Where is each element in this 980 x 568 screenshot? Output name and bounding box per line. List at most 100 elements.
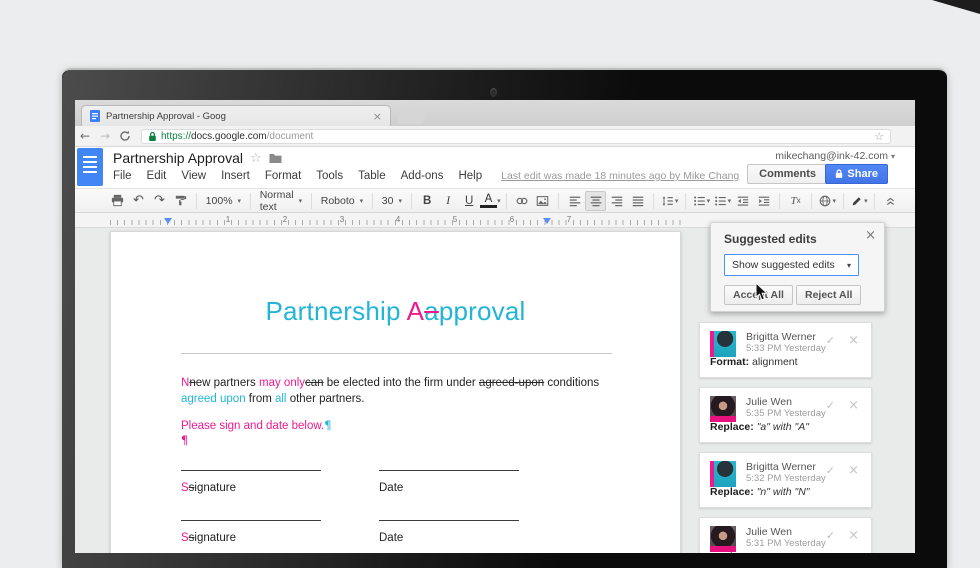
- right-indent-marker[interactable]: [543, 218, 551, 224]
- new-tab-button[interactable]: [397, 109, 428, 124]
- move-folder-icon[interactable]: [269, 153, 282, 164]
- suggestion-body: Format: alignment: [710, 356, 798, 368]
- undo-button[interactable]: ↶: [128, 191, 149, 211]
- refresh-button[interactable]: [119, 130, 131, 142]
- paint-format-button[interactable]: [170, 191, 191, 211]
- editing-mode-button[interactable]: ▾: [848, 191, 869, 211]
- caret-down-icon: ▾: [360, 197, 364, 205]
- document-page[interactable]: Partnership Aapproval Nnew partners may …: [110, 231, 681, 553]
- suggestions-filter-select[interactable]: Show suggested edits▾: [724, 254, 859, 276]
- zoom-value: 100%: [206, 195, 233, 207]
- text-color-button[interactable]: A▾: [480, 191, 501, 211]
- zoom-select[interactable]: 100%▾: [202, 191, 245, 211]
- document-title[interactable]: Partnership Approval: [113, 150, 243, 166]
- tab-title: Partnership Approval - Goog: [106, 111, 367, 122]
- decrease-indent-button[interactable]: [732, 191, 753, 211]
- font-size-value: 30: [382, 195, 394, 207]
- accept-suggestion-icon[interactable]: ✓: [826, 529, 835, 542]
- suggestion-card[interactable]: Brigitta Werner 5:33 PM Yesterday ✓ × Fo…: [699, 322, 872, 378]
- align-left-button[interactable]: [564, 191, 585, 211]
- suggestion-body: Replace: "n" with "N": [710, 486, 810, 498]
- paragraph-style-select[interactable]: Normal text▾: [256, 191, 306, 211]
- comments-button[interactable]: Comments: [747, 164, 828, 184]
- reject-suggestion-icon[interactable]: ×: [848, 333, 859, 348]
- accept-suggestion-icon[interactable]: ✓: [826, 464, 835, 477]
- docs-logo[interactable]: [77, 148, 103, 186]
- caret-down-icon: ▾: [497, 197, 501, 205]
- bold-button[interactable]: B: [417, 191, 438, 211]
- align-right-button[interactable]: [606, 191, 627, 211]
- italic-button[interactable]: I: [438, 191, 459, 211]
- suggested-insert: S: [181, 482, 189, 494]
- suggester-name: Brigitta Werner: [746, 331, 816, 343]
- body-text: conditions: [544, 377, 599, 389]
- menu-tools[interactable]: Tools: [316, 170, 343, 182]
- browser-tab[interactable]: Partnership Approval - Goog ×: [81, 105, 391, 126]
- underline-button[interactable]: U: [459, 191, 480, 211]
- print-button[interactable]: [107, 191, 128, 211]
- suggestion-action: Format:: [710, 356, 749, 368]
- label-text: ignature: [194, 482, 236, 494]
- ruler-number: 4: [396, 215, 400, 224]
- line-spacing-button[interactable]: ▾: [659, 191, 680, 211]
- left-indent-marker[interactable]: [164, 218, 172, 224]
- forward-button[interactable]: →: [95, 129, 115, 143]
- reject-all-button[interactable]: Reject All: [796, 285, 861, 305]
- body-text: ew partners: [196, 377, 259, 389]
- increase-indent-button[interactable]: [753, 191, 774, 211]
- menu-help[interactable]: Help: [458, 170, 482, 182]
- url-text: https://docs.google.com/document: [161, 131, 313, 142]
- insert-image-button[interactable]: [532, 191, 553, 211]
- menu-view[interactable]: View: [181, 170, 206, 182]
- back-button[interactable]: ←: [75, 129, 95, 143]
- ruler-number: 3: [340, 215, 344, 224]
- panel-title: Suggested edits: [724, 232, 817, 246]
- accept-suggestion-icon[interactable]: ✓: [826, 399, 835, 412]
- panel-close-icon[interactable]: ×: [865, 229, 876, 242]
- reject-suggestion-icon[interactable]: ×: [848, 463, 859, 478]
- share-button[interactable]: Share: [825, 164, 888, 184]
- url-bar[interactable]: https://docs.google.com/document ☆: [141, 129, 891, 144]
- menu-table[interactable]: Table: [358, 170, 386, 182]
- reject-suggestion-icon[interactable]: ×: [848, 398, 859, 413]
- align-center-button[interactable]: [585, 191, 606, 211]
- account-menu[interactable]: mikechang@ink-42.com ▾: [775, 150, 895, 162]
- docs-favicon-icon: [90, 110, 100, 122]
- caret-down-icon: ▾: [707, 197, 711, 205]
- suggestion-body: Replace: "a" with "A": [710, 421, 809, 433]
- caret-down-icon: ▾: [398, 197, 402, 205]
- menu-addons[interactable]: Add-ons: [401, 170, 444, 182]
- bookmark-star-icon[interactable]: ☆: [874, 131, 884, 142]
- pilcrow-mark: ¶: [324, 418, 331, 432]
- numbered-list-button[interactable]: ▾: [690, 191, 711, 211]
- suggestion-card[interactable]: Julie Wen 5:31 PM Yesterday ✓ × Replace:: [699, 517, 872, 553]
- filter-value: Show suggested edits: [732, 259, 835, 271]
- menu-format[interactable]: Format: [265, 170, 301, 182]
- style-value: Normal text: [260, 189, 294, 213]
- photo-corner-shadow: [932, 0, 980, 14]
- redo-button[interactable]: ↷: [149, 191, 170, 211]
- body-text: be elected into the firm under: [324, 377, 479, 389]
- suggestion-card[interactable]: Brigitta Werner 5:32 PM Yesterday ✓ × Re…: [699, 452, 872, 508]
- caret-down-icon: ▾: [675, 197, 679, 205]
- input-tools-button[interactable]: ▾: [817, 191, 838, 211]
- star-document-icon[interactable]: ☆: [250, 152, 262, 165]
- suggestion-action: Replace:: [710, 486, 754, 498]
- suggested-delete: can: [305, 377, 324, 389]
- accept-suggestion-icon[interactable]: ✓: [826, 334, 835, 347]
- collapse-toolbar-button[interactable]: [880, 191, 901, 211]
- menu-insert[interactable]: Insert: [221, 170, 250, 182]
- justify-button[interactable]: [627, 191, 648, 211]
- reject-suggestion-icon[interactable]: ×: [848, 528, 859, 543]
- clear-formatting-button[interactable]: Tx: [785, 191, 806, 211]
- last-edit-link[interactable]: Last edit was made 18 minutes ago by Mik…: [501, 170, 739, 182]
- menu-edit[interactable]: Edit: [147, 170, 167, 182]
- suggestion-card[interactable]: Julie Wen 5:35 PM Yesterday ✓ × Replace:…: [699, 387, 872, 443]
- insert-link-button[interactable]: [511, 191, 532, 211]
- ruler-number: 2: [283, 215, 287, 224]
- bulleted-list-button[interactable]: ▾: [711, 191, 732, 211]
- font-select[interactable]: Roboto▾: [317, 191, 367, 211]
- menu-file[interactable]: File: [113, 170, 132, 182]
- font-size-select[interactable]: 30 ▾: [378, 191, 406, 211]
- tab-close-icon[interactable]: ×: [373, 111, 382, 122]
